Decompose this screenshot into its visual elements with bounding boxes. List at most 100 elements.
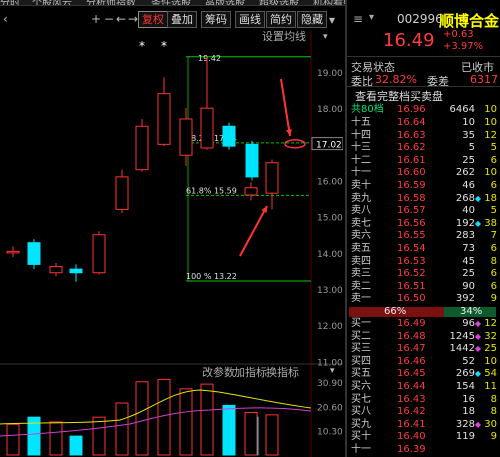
annotation-ellipse	[284, 139, 306, 149]
fib-label-fib_100: 100 % 13.22	[186, 272, 237, 281]
orderbook-price: 16.46	[397, 355, 426, 367]
orderbook-row[interactable]: 买二 16.48 1245 32 ◆	[351, 331, 497, 343]
view-full-orderbook-button[interactable]: 查看完整档买卖盘	[355, 88, 443, 104]
volume-bar-up	[92, 416, 106, 456]
orderbook-row[interactable]: 卖五 16.54 73 6	[351, 243, 497, 255]
orderbook-volume: 268	[455, 192, 475, 204]
orderbook-row[interactable]: 十一 16.60 262 10	[351, 167, 497, 179]
switch-indicator-button[interactable]: 换指标	[266, 364, 299, 380]
orderbook-count: 18	[484, 192, 497, 204]
orderbook-volume: 16	[462, 393, 475, 405]
hide-button[interactable]: 隐藏	[297, 11, 327, 28]
chips-button[interactable]: 筹码	[201, 11, 231, 28]
price-tick-label: 19.00	[317, 69, 343, 79]
volume-tick-label: 20.60	[317, 403, 343, 413]
orderbook-row[interactable]: 十四 16.63 35 12	[351, 130, 497, 142]
orderbook-volume: 25	[462, 268, 475, 280]
orderbook-row[interactable]: 十五 16.64 10 10	[351, 117, 497, 129]
orderbook-volume: 154	[455, 381, 475, 392]
orderbook-row[interactable]: 买一 16.49 96 12 ◆	[351, 318, 497, 330]
order-flag-icon: ◆	[474, 218, 481, 228]
chevron-down-icon[interactable]: ▾	[329, 14, 335, 26]
orderbook-level-label: 买七	[351, 393, 371, 405]
orderbook-row[interactable]: 买九 16.41 328 30 ◆	[351, 419, 497, 431]
orderbook-row[interactable]: 买八 16.42 18 8	[351, 406, 497, 418]
orderbook-row[interactable]: 买六 16.44 154 11	[351, 381, 497, 393]
plus-icon[interactable]: +	[91, 13, 101, 25]
order-flag-icon: ◆	[474, 331, 481, 341]
orderbook-count: 11	[484, 381, 497, 392]
weicha-value: 6317	[470, 73, 498, 86]
orderbook-price: 16.50	[397, 293, 426, 305]
fib-label-fib_618: 61.8% 15.59	[186, 186, 237, 195]
orderbook-volume: 40	[462, 205, 475, 217]
orderbook-row[interactable]: 卖一 16.50 392 9	[351, 293, 497, 305]
orderbook-volume: 25	[462, 154, 475, 166]
orderbook-volume: 1245	[449, 330, 475, 342]
orderbook-count: 12	[484, 318, 497, 329]
orderbook-price: 16.63	[397, 129, 426, 141]
draw-line-button[interactable]: 画线	[235, 11, 265, 28]
orderbook-row[interactable]: 卖六 16.55 283 7	[351, 230, 497, 242]
fuquan-button[interactable]: 复权	[138, 11, 168, 28]
add-indicator-button[interactable]: 加指标	[234, 364, 267, 380]
orderbook-count: 38	[484, 217, 497, 229]
menu-icon[interactable]: ≡	[353, 12, 363, 26]
candle-up	[49, 266, 63, 274]
orderbook-row[interactable]: 十二 16.61 25 6	[351, 155, 497, 167]
orderbook-volume: 45	[462, 255, 475, 267]
stock-name: 顺博合金	[439, 12, 500, 30]
orderbook-row[interactable]: 买五 16.45 269 54 ◆	[351, 368, 497, 380]
orderbook-row[interactable]: 十三 16.62 5 5	[351, 142, 497, 154]
arrow-left-icon[interactable]: ←	[116, 13, 126, 25]
signal-star-marker: *	[139, 39, 145, 53]
divider	[347, 86, 500, 87]
orderbook-volume: 119	[455, 431, 475, 443]
chevron-down-icon[interactable]: ▾	[323, 31, 328, 43]
volume-bar-up	[115, 402, 129, 456]
simple-mode-button[interactable]: 简约	[266, 11, 296, 28]
total-price: 16.96	[397, 104, 426, 115]
candle-up	[265, 162, 279, 194]
orderbook-row[interactable]: 买十 16.40 119 9	[351, 431, 497, 443]
orderbook-row[interactable]: 卖八 16.57 40 5	[351, 205, 497, 217]
orderbook-price: 16.57	[397, 205, 426, 217]
orderbook-row[interactable]: 卖七 16.56 192 38 ◆	[351, 218, 497, 230]
chevron-down-icon[interactable]: ▾	[330, 365, 335, 377]
price-change: +0.63	[443, 29, 474, 40]
kline-chart[interactable]: 19.0018.0017.0016.0015.0014.0013.0012.00…	[0, 6, 343, 457]
orderbook-price: 16.64	[397, 117, 426, 128]
orderbook-count: 9	[490, 293, 497, 305]
orderbook-row[interactable]: 卖四 16.53 45 8	[351, 256, 497, 268]
orderbook-level-label: 买一	[351, 318, 371, 329]
orderbook-volume: 96	[462, 318, 475, 329]
chevron-down-icon[interactable]: ▾	[369, 12, 374, 23]
price-tick-label: 14.00	[317, 250, 343, 260]
orderbook-price: 16.40	[397, 431, 426, 443]
orderbook-row[interactable]: 卖十 16.59 46 6	[351, 180, 497, 192]
orderbook-row[interactable]: 买三 16.47 1442 25 ◆	[351, 343, 497, 355]
orderbook-volume: 269	[455, 368, 475, 380]
orderbook-volume: 18	[462, 406, 475, 418]
orderbook-row[interactable]: 卖三 16.52 25 6	[351, 268, 497, 280]
orderbook-volume: 73	[462, 243, 475, 254]
orderbook-row[interactable]: 卖九 16.58 268 18 ◆	[351, 193, 497, 205]
overlay-button[interactable]: 叠加	[167, 11, 197, 28]
orderbook-count: 5	[490, 142, 497, 154]
volume-bar-up	[49, 421, 63, 456]
orderbook-count: 10	[484, 167, 497, 179]
arrow-right-icon[interactable]: →	[128, 13, 138, 25]
annotation-arrow-down	[239, 205, 268, 257]
minus-icon[interactable]: −	[104, 13, 114, 25]
orderbook-row[interactable]: 十一 16.39	[351, 444, 497, 456]
ma-settings-link[interactable]: 设置均线	[262, 28, 306, 44]
orderbook-row[interactable]: 买七 16.43 16 8	[351, 394, 497, 406]
orderbook-level-label: 买三	[351, 343, 371, 355]
orderbook-row[interactable]: 卖二 16.51 90 6	[351, 281, 497, 293]
edit-params-button[interactable]: 改参数	[202, 364, 235, 380]
orderbook-level-label: 买五	[351, 368, 371, 380]
orderbook-row[interactable]: 买四 16.46 52 10	[351, 356, 497, 368]
chevron-left-icon[interactable]: ‹	[3, 13, 8, 25]
orderbook-level-label: 十一	[351, 167, 371, 179]
orderbook-price: 16.61	[397, 154, 426, 166]
